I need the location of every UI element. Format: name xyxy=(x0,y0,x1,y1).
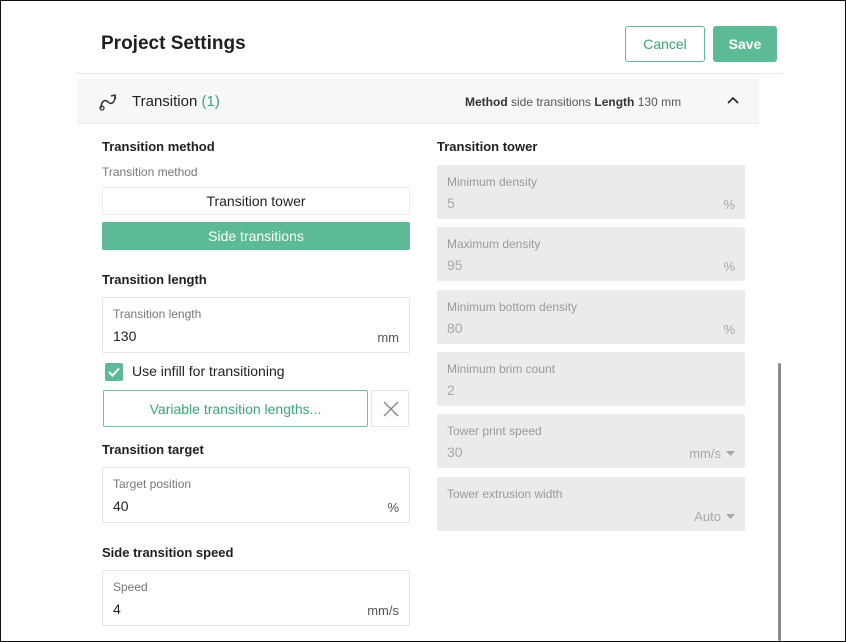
field-value: 30 xyxy=(447,444,463,460)
close-icon xyxy=(383,401,399,417)
minimum-brim-count-field: Minimum brim count 2 xyxy=(437,352,745,406)
target-position-field[interactable]: Target position 40 % xyxy=(102,467,410,523)
transition-length-heading: Transition length xyxy=(102,272,207,287)
summary-method-value: side transitions xyxy=(511,95,592,109)
field-unit: mm/s xyxy=(367,603,399,618)
field-unit: % xyxy=(723,197,735,212)
field-value: 2 xyxy=(447,382,455,398)
transition-method-heading: Transition method xyxy=(102,139,215,154)
transition-length-field[interactable]: Transition length 130 mm xyxy=(102,297,410,353)
variable-transition-lengths-button[interactable]: Variable transition lengths... xyxy=(103,390,368,427)
field-value: 80 xyxy=(447,320,463,336)
dropdown-caret-icon xyxy=(726,514,735,519)
field-label: Tower extrusion width xyxy=(447,487,563,501)
section-title: Transition (1) xyxy=(132,93,220,110)
field-label: Speed xyxy=(113,580,148,594)
field-unit: % xyxy=(723,322,735,337)
field-label: Minimum brim count xyxy=(447,362,556,376)
field-value: 5 xyxy=(447,195,455,211)
field-label: Minimum bottom density xyxy=(447,300,578,314)
field-unit: mm xyxy=(377,330,399,345)
infill-checkbox-label[interactable]: Use infill for transitioning xyxy=(132,363,285,379)
page-title: Project Settings xyxy=(101,33,246,54)
section-count: (1) xyxy=(201,93,220,110)
minimum-density-field: Minimum density 5 % xyxy=(437,165,745,219)
transition-tower-heading: Transition tower xyxy=(437,139,538,154)
field-unit: % xyxy=(723,259,735,274)
clear-button[interactable] xyxy=(371,390,409,427)
transition-section-header[interactable]: Transition (1) Method side transitions L… xyxy=(77,79,759,124)
field-value: 95 xyxy=(447,257,463,273)
field-label: Minimum density xyxy=(447,175,538,189)
scrollbar[interactable] xyxy=(778,363,781,641)
infill-checkbox[interactable] xyxy=(105,363,123,381)
summary-length-value: 130 mm xyxy=(637,95,682,109)
section-summary: Method side transitions Length 130 mm xyxy=(465,95,681,109)
transition-method-sublabel: Transition method xyxy=(102,165,198,179)
speed-field[interactable]: Speed 4 mm/s xyxy=(102,570,410,626)
dropdown-caret-icon xyxy=(726,451,735,456)
field-unit-select: mm/s xyxy=(689,446,721,461)
tower-print-speed-field: Tower print speed 30 mm/s xyxy=(437,414,745,468)
tower-extrusion-width-field: Tower extrusion width Auto xyxy=(437,477,745,531)
check-icon xyxy=(108,367,120,377)
transition-icon xyxy=(99,94,117,111)
section-title-text: Transition xyxy=(132,93,198,110)
summary-length-key: Length xyxy=(594,95,635,109)
field-unit-select: Auto xyxy=(694,509,721,524)
option-transition-tower[interactable]: Transition tower xyxy=(102,187,410,215)
side-transition-speed-heading: Side transition speed xyxy=(102,545,234,560)
field-label: Maximum density xyxy=(447,237,541,251)
field-value: 40 xyxy=(113,498,129,514)
save-button[interactable]: Save xyxy=(713,26,777,62)
settings-window: Project Settings Cancel Save Transition … xyxy=(0,0,846,642)
summary-method-key: Method xyxy=(465,95,508,109)
field-label: Tower print speed xyxy=(447,424,542,438)
cancel-button[interactable]: Cancel xyxy=(625,26,705,62)
field-label: Transition length xyxy=(113,307,202,321)
field-unit: % xyxy=(387,500,399,515)
divider xyxy=(77,73,783,74)
minimum-bottom-density-field: Minimum bottom density 80 % xyxy=(437,290,745,344)
maximum-density-field: Maximum density 95 % xyxy=(437,227,745,281)
transition-target-heading: Transition target xyxy=(102,442,204,457)
field-value: 4 xyxy=(113,601,121,617)
field-value: 130 xyxy=(113,328,137,344)
option-side-transitions[interactable]: Side transitions xyxy=(102,222,410,250)
field-label: Target position xyxy=(113,477,192,491)
chevron-up-icon[interactable] xyxy=(725,92,741,108)
